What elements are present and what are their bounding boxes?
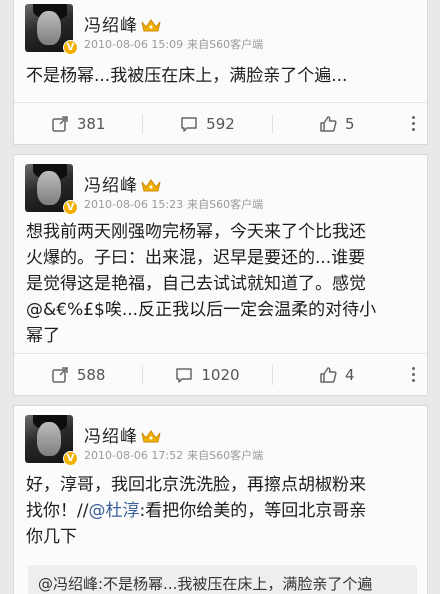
- post-meta: 2010-08-06 15:09 来自S60客户端: [84, 36, 263, 52]
- post-header: V 冯绍峰 2010-08-06 17:52 来自S60客户端: [14, 406, 427, 466]
- author-name[interactable]: 冯绍峰: [84, 171, 161, 196]
- post-header: V 冯绍峰 2010-08-06 15:23 来自S60客户端: [14, 155, 427, 215]
- avatar-face: [37, 422, 61, 456]
- post-text-line: 你几下: [26, 527, 77, 547]
- like-icon: [320, 115, 337, 132]
- crown-icon: [141, 430, 161, 443]
- verified-badge-icon: V: [63, 40, 78, 55]
- comment-count: 592: [206, 114, 235, 133]
- like-button[interactable]: 4: [273, 366, 401, 384]
- post-text: 不是杨幂...我被压在床上，满脸亲了个遍...: [26, 66, 348, 86]
- author-name-text[interactable]: 冯绍峰: [84, 427, 138, 447]
- post-text-segment: 看把你给美的，等回北京哥亲: [145, 501, 367, 521]
- post-text-line: 是觉得这是艳福，自己去试试就知道了。感觉: [26, 274, 366, 294]
- post-text-line: 火爆的。子曰：出来混，迟早是要还的...谁要: [26, 248, 366, 268]
- author-name-text[interactable]: 冯绍峰: [84, 176, 138, 196]
- comment-icon: [176, 367, 193, 383]
- post-meta: 2010-08-06 15:23 来自S60客户端: [84, 196, 263, 212]
- post-text-line: 幂了: [26, 326, 60, 346]
- post-source: 来自S60客户端: [187, 198, 264, 211]
- more-icon[interactable]: [401, 367, 427, 382]
- comment-icon: [181, 116, 197, 132]
- weibo-post: V 冯绍峰 2010-08-06 15:09 来自S60客户端 不是杨幂...我被…: [13, 0, 428, 145]
- author-name[interactable]: 冯绍峰: [84, 11, 161, 36]
- like-icon: [320, 366, 337, 383]
- post-time: 2010-08-06 15:23: [84, 198, 184, 211]
- weibo-post: V 冯绍峰 2010-08-06 15:23 来自S60客户端 想我前两天刚强吻完…: [13, 154, 428, 396]
- avatar-face: [37, 11, 61, 45]
- weibo-post: V 冯绍峰 2010-08-06 17:52 来自S60客户端 好，淳哥，我回北京…: [13, 405, 428, 594]
- post-text-line: @&€%£$唉...反正我以后一定会温柔的对待小: [26, 300, 377, 320]
- repost-icon: [52, 115, 68, 132]
- post-text: 想我前两天刚强吻完杨幂，今天来了个比我还 火爆的。子曰：出来混，迟早是要还的..…: [14, 213, 427, 349]
- post-text: 好，淳哥，我回北京洗洗脸，再擦点胡椒粉来 找你！//@杜淳:看把你给美的，等回北…: [14, 464, 427, 550]
- comment-button[interactable]: 1020: [143, 366, 271, 384]
- post-text-segment: 找你！//: [26, 501, 89, 521]
- like-count: 4: [345, 365, 355, 384]
- post-source: 来自S60客户端: [187, 38, 264, 51]
- post-text-line: 想我前两天刚强吻完杨幂，今天来了个比我还: [26, 222, 366, 242]
- author-name-text[interactable]: 冯绍峰: [84, 16, 138, 36]
- repost-button[interactable]: 381: [14, 115, 142, 133]
- post-meta: 2010-08-06 17:52 来自S60客户端: [84, 447, 263, 463]
- mention-link[interactable]: @杜淳: [88, 501, 139, 521]
- repost-count: 381: [76, 114, 106, 133]
- post-header: V 冯绍峰 2010-08-06 15:09 来自S60客户端: [14, 0, 427, 55]
- like-button[interactable]: 5: [273, 115, 401, 133]
- post-text-line: 好，淳哥，我回北京洗洗脸，再擦点胡椒粉来: [26, 475, 366, 495]
- action-bar: 381 592 5: [14, 102, 427, 144]
- post-source: 来自S60客户端: [187, 449, 264, 462]
- more-icon[interactable]: [401, 116, 427, 131]
- repost-icon: [52, 366, 68, 383]
- crown-icon: [141, 19, 161, 32]
- quoted-post[interactable]: @冯绍峰:不是杨幂...我被压在床上，满脸亲了个遍: [28, 565, 417, 594]
- comment-count: 1020: [201, 365, 240, 384]
- comment-button[interactable]: 592: [143, 115, 271, 133]
- crown-icon: [141, 179, 161, 192]
- avatar-face: [37, 171, 61, 205]
- post-time: 2010-08-06 17:52: [84, 449, 184, 462]
- verified-badge-icon: V: [63, 200, 78, 215]
- post-text-line: 找你！//@杜淳:看把你给美的，等回北京哥亲: [26, 498, 413, 524]
- repost-button[interactable]: 588: [14, 366, 142, 384]
- repost-count: 588: [76, 365, 106, 384]
- post-time: 2010-08-06 15:09: [84, 38, 184, 51]
- verified-badge-icon: V: [63, 451, 78, 466]
- like-count: 5: [345, 114, 355, 133]
- action-bar: 588 1020 4: [14, 353, 427, 395]
- author-name[interactable]: 冯绍峰: [84, 422, 161, 447]
